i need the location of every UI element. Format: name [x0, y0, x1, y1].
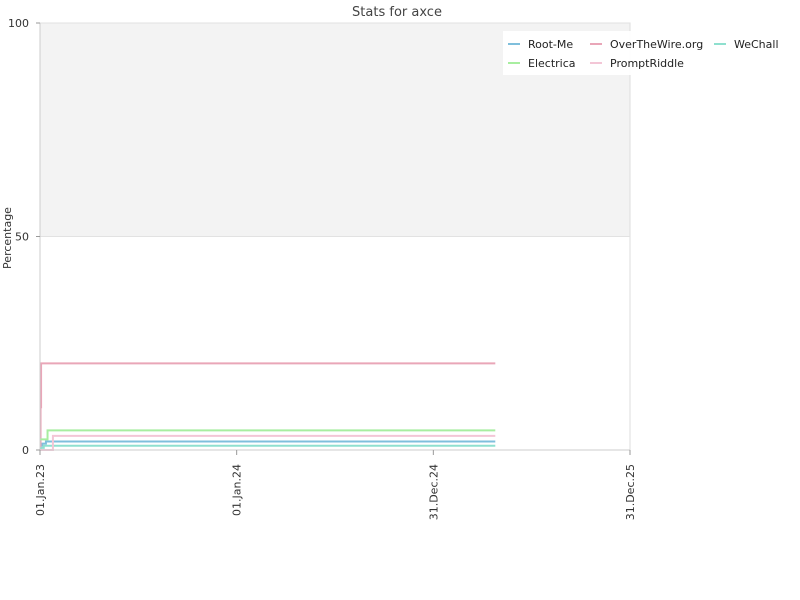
legend: Root-Me OverTheWire.org WeChall Electrica Pr…: [503, 31, 779, 75]
x-tick-label: 01.Jan.24: [231, 464, 244, 516]
y-axis-label: Percentage: [1, 207, 14, 269]
legend-entry-2: WeChall: [734, 38, 779, 51]
y-tick-label: 100: [8, 17, 29, 30]
y-tick-label: 50: [15, 231, 29, 244]
legend-entry-0: Root-Me: [528, 38, 573, 51]
x-tick-label: 31.Dec.25: [624, 464, 637, 520]
x-tick-label: 01.Jan.23: [34, 464, 47, 516]
chart-title: Stats for axce: [352, 5, 442, 20]
legend-entry-4: PromptRiddle: [610, 57, 684, 70]
y-tick-label: 0: [22, 444, 29, 457]
x-tick-label: 31.Dec.24: [427, 464, 440, 520]
legend-entry-1: OverTheWire.org: [610, 38, 703, 51]
chart: 0 50 100 01.Jan.23 01.Jan.24 31.Dec.24 31.Dec.…: [1, 5, 779, 520]
legend-entry-3: Electrica: [528, 57, 576, 70]
